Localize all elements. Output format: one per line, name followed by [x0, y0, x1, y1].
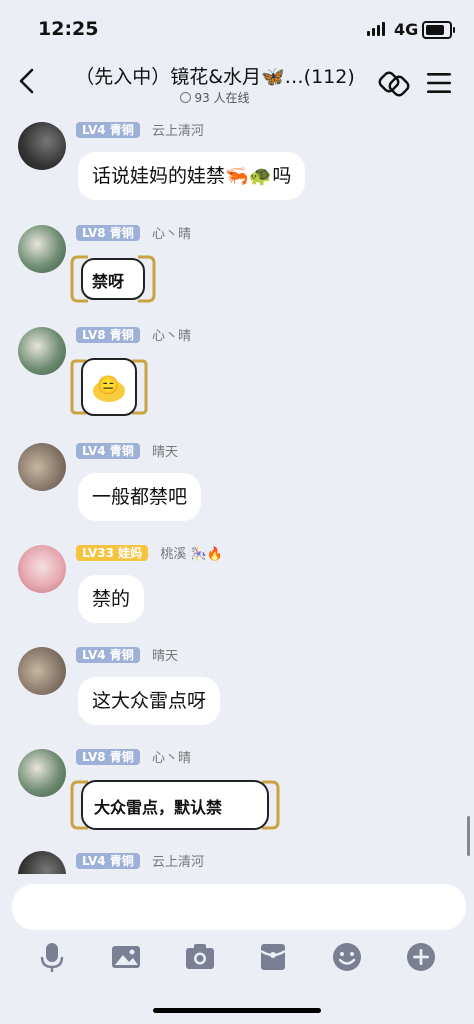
level-badge: LV4 青铜 — [76, 852, 140, 869]
home-indicator — [153, 1008, 321, 1013]
share-link-icon[interactable] — [376, 66, 412, 102]
level-badge: LV4 青铜 — [76, 442, 140, 459]
menu-icon[interactable] — [426, 70, 452, 96]
message-bubble[interactable]: 这大众雷点呀 — [78, 677, 221, 725]
sender-name[interactable]: 云上清河 — [152, 855, 204, 870]
status-time: 12:25 — [38, 18, 99, 40]
status-bar: 12:25 4G — [0, 0, 474, 52]
level-badge: LV4 青铜 — [76, 646, 140, 663]
level-badge: LV8 青铜 — [76, 748, 140, 765]
network-label: 4G — [394, 20, 419, 39]
message-meta: LV8 青铜 心丶晴 — [76, 223, 191, 242]
message-meta: LV8 青铜 心丶晴 — [76, 747, 191, 766]
emoji-icon[interactable] — [330, 940, 364, 974]
avatar[interactable] — [18, 225, 66, 273]
sticker[interactable]: 禁呀 — [68, 253, 158, 305]
microphone-icon[interactable] — [35, 940, 69, 974]
message-input[interactable] — [12, 884, 466, 930]
back-icon[interactable] — [14, 66, 40, 96]
message-meta: LV4 青铜 晴天 — [76, 441, 178, 460]
online-icon — [180, 92, 192, 103]
message-meta: LV8 青铜 心丶晴 — [76, 325, 191, 344]
sender-name[interactable]: 晴天 — [152, 649, 178, 664]
sticker[interactable]: 😑 — [68, 355, 150, 419]
message-meta: LV4 青铜 云上清河 — [76, 120, 204, 139]
battery-icon — [422, 21, 455, 39]
message-item: LV4 青铜 云上清河 — [0, 851, 474, 875]
image-icon[interactable] — [109, 940, 143, 974]
avatar[interactable] — [18, 647, 66, 695]
sender-name[interactable]: 心丶晴 — [152, 227, 191, 242]
chat-header: （先入中）镜花&水月🦋…(112) 93 人在线 — [0, 52, 474, 112]
avatar[interactable] — [18, 851, 66, 875]
message-meta: LV4 青铜 晴天 — [76, 645, 178, 664]
input-toolbar — [0, 940, 474, 980]
avatar[interactable] — [18, 749, 66, 797]
chat-title[interactable]: （先入中）镜花&水月🦋…(112) — [60, 62, 370, 89]
sticker-text: 大众雷点，默认禁 — [94, 798, 223, 817]
sticker-emoji: 😑 — [97, 375, 120, 396]
sender-name[interactable]: 心丶晴 — [152, 329, 191, 344]
message-meta: LV33 娃妈 桃溪 🎠🔥 — [76, 543, 223, 562]
sender-name[interactable]: 桃溪 🎠🔥 — [160, 547, 223, 562]
level-badge: LV4 青铜 — [76, 121, 140, 138]
online-text: 93 人在线 — [194, 91, 250, 105]
input-area — [0, 874, 474, 1024]
message-bubble[interactable]: 话说娃妈的娃禁🦐🐢吗 — [78, 152, 306, 200]
signal-icon — [367, 22, 385, 36]
level-badge: LV8 青铜 — [76, 224, 140, 241]
online-count: 93 人在线 — [60, 89, 370, 106]
sender-name[interactable]: 心丶晴 — [152, 751, 191, 766]
sender-name[interactable]: 云上清河 — [152, 124, 204, 139]
camera-icon[interactable] — [183, 940, 217, 974]
level-badge: LV33 娃妈 — [76, 544, 149, 561]
sticker-text: 禁呀 — [92, 272, 125, 291]
sender-name[interactable]: 晴天 — [152, 445, 178, 460]
avatar[interactable] — [18, 443, 66, 491]
message-meta: LV4 青铜 云上清河 — [76, 851, 204, 870]
message-bubble[interactable]: 一般都禁吧 — [78, 473, 202, 521]
red-packet-icon[interactable] — [256, 940, 290, 974]
scrollbar[interactable] — [467, 816, 470, 856]
plus-icon[interactable] — [404, 940, 438, 974]
sticker[interactable]: 大众雷点，默认禁 — [68, 777, 282, 833]
avatar[interactable] — [18, 327, 66, 375]
avatar[interactable] — [18, 122, 66, 170]
level-badge: LV8 青铜 — [76, 326, 140, 343]
avatar[interactable] — [18, 545, 66, 593]
message-bubble[interactable]: 禁的 — [78, 575, 145, 623]
